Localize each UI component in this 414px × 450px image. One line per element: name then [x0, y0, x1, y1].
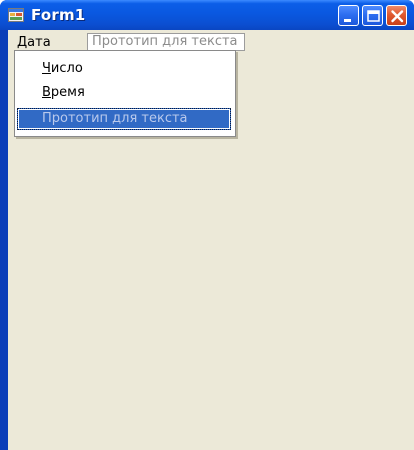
close-icon [391, 10, 404, 23]
form-client-area: Дата Прототип для текста Число Время Про… [8, 30, 414, 450]
menu-item-number[interactable]: Число [15, 57, 235, 81]
title-bar[interactable]: Form1 [0, 0, 414, 30]
form-app-icon[interactable] [8, 7, 24, 23]
data-dropdown-menu: Число Время Прототип для текста [14, 50, 236, 137]
minimize-button[interactable] [338, 5, 359, 26]
menu-item-time-mnemonic: В [42, 85, 51, 100]
close-button[interactable] [386, 5, 407, 26]
minimize-icon [344, 19, 351, 22]
menu-textbox[interactable]: Прототип для текста [87, 33, 245, 51]
menu-item-data-label: ата [27, 35, 51, 50]
menu-item-number-label: исло [50, 61, 83, 76]
window-title: Form1 [31, 6, 86, 24]
menu-item-number-mnemonic: Ч [42, 61, 51, 76]
dropdown-textbox[interactable]: Прототип для текста [17, 108, 231, 130]
form1-window: Form1 Дата Прототип для текста Число Вре… [0, 0, 414, 450]
menu-item-time-label: ремя [50, 85, 85, 100]
maximize-icon [367, 10, 380, 22]
maximize-button[interactable] [362, 5, 383, 26]
menu-item-data-mnemonic: Д [17, 35, 28, 50]
menu-item-time[interactable]: Время [15, 81, 235, 105]
